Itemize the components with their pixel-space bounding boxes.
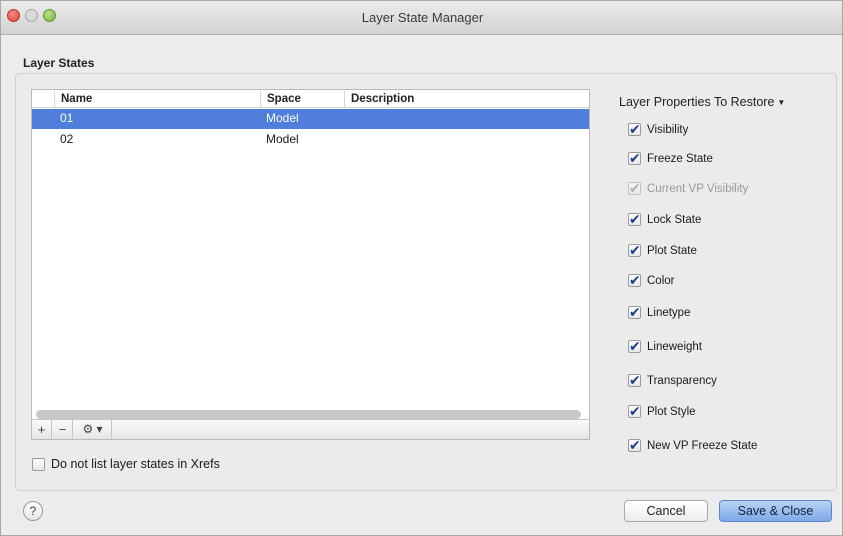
checkbox-icon[interactable]	[32, 457, 45, 471]
checkbox-icon[interactable]	[628, 150, 641, 167]
checkbox-label: Lineweight	[647, 340, 702, 353]
window-title: Layer State Manager	[361, 10, 484, 25]
cancel-button[interactable]: Cancel	[624, 500, 708, 522]
save-and-close-button[interactable]: Save & Close	[719, 500, 832, 522]
checkbox-label: Lock State	[647, 213, 702, 226]
checkbox-icon[interactable]	[628, 272, 641, 289]
help-button[interactable]: ?	[23, 501, 43, 521]
checkbox-icon[interactable]	[628, 437, 641, 454]
xref-option-checkbox[interactable]: Do not list layer states in Xrefs	[32, 457, 220, 471]
title-bar: Layer State Manager	[1, 1, 842, 35]
freeze-state-checkbox[interactable]: Freeze State	[628, 150, 713, 167]
layer-state-manager-window: Layer State Manager Layer States Name Sp…	[0, 0, 843, 536]
checkbox-label: Current VP Visibility	[647, 182, 749, 195]
checkbox-icon[interactable]	[628, 304, 641, 321]
layer-states-table[interactable]: Name Space Description 01 Model 02 Model…	[31, 89, 590, 440]
horizontal-scrollbar[interactable]	[36, 410, 581, 419]
layer-states-label: Layer States	[23, 56, 95, 70]
column-header-space[interactable]: Space	[260, 91, 344, 107]
checkbox-label: New VP Freeze State	[647, 439, 758, 452]
checkbox-label: Visibility	[647, 123, 689, 136]
plot-style-checkbox[interactable]: Plot Style	[628, 403, 696, 420]
add-layer-state-button[interactable]: +	[32, 420, 52, 439]
checkbox-label: Plot Style	[647, 405, 696, 418]
table-toolbar: + − ⚙ ▾	[32, 419, 589, 439]
checkbox-icon	[628, 180, 641, 197]
checkbox-label: Freeze State	[647, 152, 713, 165]
column-header-name[interactable]: Name	[54, 91, 260, 107]
row-space: Model	[266, 111, 299, 125]
visibility-checkbox[interactable]: Visibility	[628, 121, 689, 138]
table-row[interactable]: 01 Model	[32, 109, 589, 129]
checkbox-icon[interactable]	[628, 338, 641, 355]
checkbox-label: Do not list layer states in Xrefs	[51, 457, 220, 471]
checkbox-icon[interactable]	[628, 372, 641, 389]
checkbox-icon[interactable]	[628, 242, 641, 259]
lock-state-checkbox[interactable]: Lock State	[628, 211, 702, 228]
row-name: 01	[60, 111, 74, 125]
checkbox-icon[interactable]	[628, 211, 641, 228]
table-row[interactable]: 02 Model	[32, 130, 589, 150]
current-vp-visibility-checkbox: Current VP Visibility	[628, 180, 749, 197]
color-checkbox[interactable]: Color	[628, 272, 675, 289]
linetype-checkbox[interactable]: Linetype	[628, 304, 691, 321]
properties-title: Layer Properties To Restore	[619, 95, 775, 109]
gear-menu-button[interactable]: ⚙ ▾	[74, 420, 112, 439]
transparency-checkbox[interactable]: Transparency	[628, 372, 717, 389]
plot-state-checkbox[interactable]: Plot State	[628, 242, 697, 259]
layer-properties-dropdown[interactable]: Layer Properties To Restore ▼	[619, 95, 785, 109]
table-header: Name Space Description	[32, 90, 589, 108]
checkbox-label: Linetype	[647, 306, 691, 319]
remove-layer-state-button[interactable]: −	[53, 420, 73, 439]
checkbox-label: Color	[647, 274, 675, 287]
row-name: 02	[60, 132, 74, 146]
column-header-description[interactable]: Description	[344, 91, 589, 107]
checkbox-label: Transparency	[647, 374, 717, 387]
dropdown-caret-icon: ▼	[777, 98, 786, 108]
checkbox-icon[interactable]	[628, 121, 641, 138]
checkbox-label: Plot State	[647, 244, 697, 257]
checkbox-icon[interactable]	[628, 403, 641, 420]
new-vp-freeze-state-checkbox[interactable]: New VP Freeze State	[628, 437, 758, 454]
lineweight-checkbox[interactable]: Lineweight	[628, 338, 702, 355]
row-space: Model	[266, 132, 299, 146]
